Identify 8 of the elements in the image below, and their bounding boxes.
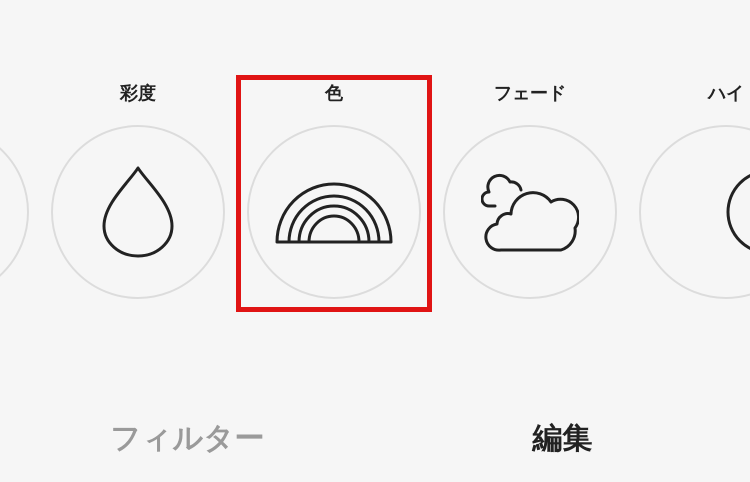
rainbow-icon — [275, 180, 393, 244]
tool-button[interactable]: 彩度 — [40, 75, 236, 312]
tool-button[interactable]: 色 — [236, 75, 432, 312]
clouds-icon — [481, 172, 579, 252]
tab[interactable]: 編集 — [532, 418, 592, 459]
drop-icon — [101, 166, 175, 258]
tool-button[interactable]: ハイ — [628, 75, 750, 312]
tool-button[interactable]: フェード — [432, 75, 628, 312]
